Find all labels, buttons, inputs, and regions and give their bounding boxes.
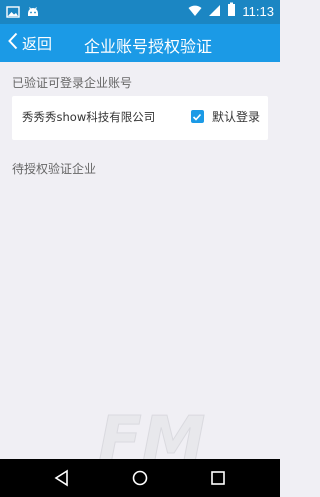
circle-home-icon	[132, 470, 148, 486]
wifi-icon	[188, 2, 202, 21]
image-icon	[6, 4, 20, 23]
android-icon	[26, 4, 40, 23]
status-time: 11:13	[242, 4, 274, 19]
default-login-checkbox[interactable]	[190, 110, 204, 123]
back-button[interactable]: 返回	[8, 31, 52, 55]
battery-icon	[227, 2, 236, 21]
signal-icon	[208, 2, 221, 21]
back-label: 返回	[22, 34, 53, 53]
app-bar: 返回 企业账号授权验证	[0, 24, 280, 62]
default-login-label: 默认登录	[211, 110, 260, 124]
verified-section-header: 已验证可登录企业账号	[12, 76, 133, 90]
nav-recents-button[interactable]	[208, 468, 228, 488]
nav-home-button[interactable]	[130, 468, 150, 488]
page-title: 企业账号授权验证	[84, 37, 213, 56]
pending-section-header: 待授权验证企业	[12, 162, 97, 176]
chevron-left-icon	[8, 32, 18, 54]
default-login-toggle[interactable]: 默认登录	[190, 108, 260, 125]
navigation-bar	[0, 459, 280, 497]
nav-back-button[interactable]	[52, 468, 72, 488]
checkmark-icon	[193, 113, 202, 121]
account-list-item[interactable]: 秀秀秀show科技有限公司 默认登录	[12, 96, 268, 140]
status-bar: 11:13	[0, 0, 280, 24]
company-name: 秀秀秀show科技有限公司	[22, 110, 156, 124]
square-recents-icon	[211, 471, 225, 485]
triangle-back-icon	[54, 469, 68, 487]
